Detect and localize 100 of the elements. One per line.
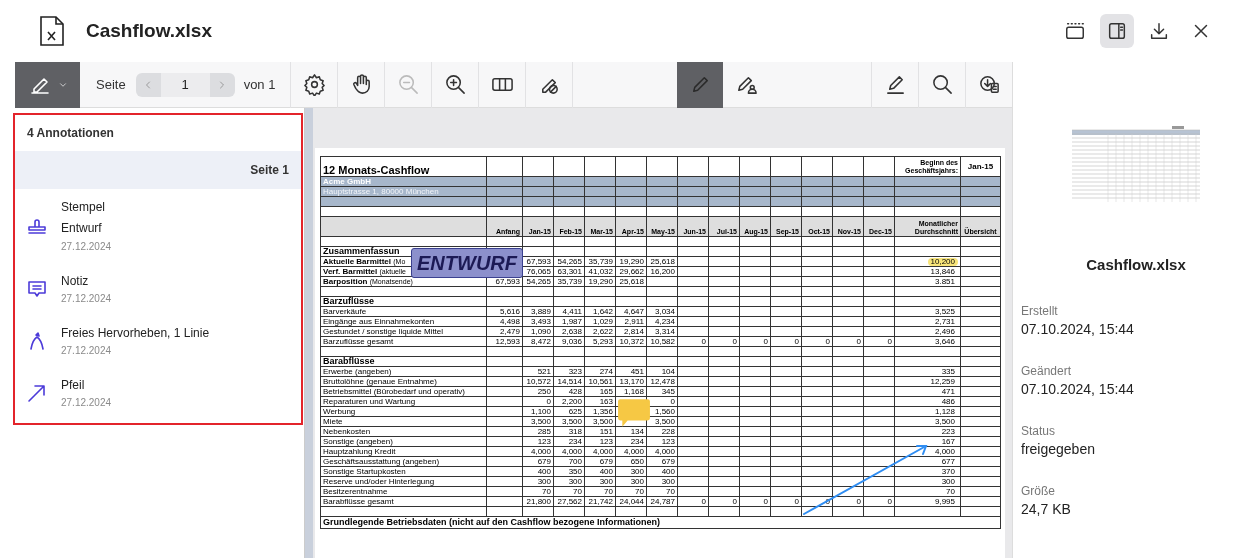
table-cell: 300 — [646, 476, 678, 487]
draft-stamp[interactable]: ENTWURF — [411, 248, 523, 278]
note-icon[interactable] — [617, 398, 651, 428]
table-cell: 29,662 — [615, 266, 647, 277]
table-cell: 0 — [708, 336, 740, 347]
table-cell-text: 1,128 — [933, 407, 956, 416]
field-value: 07.10.2024, 15:44 — [1021, 379, 1135, 399]
table-cell: 21,800 — [522, 496, 554, 507]
table-cell: 700 — [553, 456, 585, 467]
table-cell: Sonstige (angeben) — [323, 437, 393, 446]
table-cell-text: 13,846 — [929, 267, 956, 276]
table-cell-text: 3.851 — [933, 277, 956, 286]
table-cell: 679 — [646, 456, 678, 467]
table-cell: 10,582 — [646, 336, 678, 347]
table-cell: 21,742 — [584, 496, 616, 507]
table-cell: 0 — [863, 336, 895, 347]
table-cell: 9,036 — [553, 336, 585, 347]
annotation-title: Stempel — [61, 199, 107, 216]
table-cell: 4,647 — [615, 306, 647, 317]
annotation-count: 4 Annotationen — [26, 125, 115, 142]
table-cell: 0 — [739, 336, 771, 347]
table-cell: 650 — [615, 456, 647, 467]
table-cell: 318 — [553, 426, 585, 437]
table-cell: 8,472 — [522, 336, 554, 347]
table-cell: 12 Monats-Cashflow — [320, 156, 487, 177]
page-label: Seite — [96, 75, 126, 94]
table-cell: 345 — [646, 386, 678, 397]
table-cell: Verf. Barmittel — [323, 267, 378, 276]
table-cell-text: 9,995 — [933, 497, 956, 506]
table-cell: 234 — [615, 436, 647, 447]
annotation-list-item[interactable]: Pfeil 27.12.2024 — [15, 367, 301, 419]
table-cell: 0 — [677, 496, 709, 507]
table-cell-text: 300 — [940, 477, 956, 486]
annotation-date: 27.12.2024 — [61, 344, 113, 358]
table-cell: 19,290 — [584, 276, 616, 287]
annotation-title: Pfeil — [61, 377, 86, 394]
table-cell: 3,500 — [584, 416, 616, 427]
table-cell: 300 — [584, 476, 616, 487]
table-cell: Barabflüsse gesamt — [323, 497, 394, 506]
table-cell-text: 486 — [940, 397, 956, 406]
table-cell-text: 3,525 — [933, 307, 956, 316]
table-cell: Werbung — [323, 407, 356, 416]
annotation-list-item[interactable]: Freies Hervorheben, 1 Linie 27.12.2024 — [15, 315, 301, 367]
field-value: 07.10.2024, 15:44 — [1021, 319, 1135, 339]
table-cell: 70 — [522, 486, 554, 497]
field-label: Status — [1021, 422, 1057, 439]
table-cell: Bruttolöhne (genaue Entnahme) — [323, 377, 437, 386]
search-icon — [930, 73, 954, 96]
annotation-title: Freies Hervorheben, 1 Linie — [61, 325, 210, 342]
table-cell: 274 — [584, 366, 616, 377]
table-cell: 2,200 — [553, 396, 585, 407]
scrollbar[interactable] — [305, 108, 313, 558]
table-cell: 165 — [584, 386, 616, 397]
table-cell: 5,616 — [486, 306, 523, 317]
table-cell: 625 — [553, 406, 585, 417]
annotation-subtitle: Entwurf — [61, 220, 103, 237]
table-cell: 2,479 — [486, 326, 523, 337]
annotation-list-item[interactable]: Notiz 27.12.2024 — [15, 263, 301, 315]
table-cell: 300 — [522, 476, 554, 487]
table-cell: 350 — [553, 466, 585, 477]
table-cell: Gestundet / sonstige liquide Mittel — [323, 327, 444, 336]
page-number-field[interactable]: 1 — [160, 72, 210, 97]
arrow-annotation[interactable] — [803, 445, 928, 515]
table-cell: 70 — [584, 486, 616, 497]
table-cell: 1,100 — [522, 406, 554, 417]
table-cell: 1,642 — [584, 306, 616, 317]
table-cell: 2,911 — [615, 316, 647, 327]
table-cell-text: 3,646 — [933, 337, 956, 346]
table-cell: 41,032 — [584, 266, 616, 277]
annotation-date: 27.12.2024 — [61, 240, 112, 254]
sidebar-icon — [1106, 20, 1128, 42]
window-title: Cashflow.xlsx — [86, 18, 212, 43]
table-cell: 2,622 — [584, 326, 616, 337]
table-cell: 134 — [615, 426, 647, 437]
table-cell: Geschäftsausstattung (angeben) — [323, 457, 440, 466]
table-cell: 3,034 — [646, 306, 678, 317]
table-cell: 0 — [770, 496, 802, 507]
table-cell: 3,889 — [522, 306, 554, 317]
table-cell: 4,234 — [646, 316, 678, 327]
table-cell-text: 4,000 — [933, 447, 956, 456]
table-cell: 151 — [584, 426, 616, 437]
table-cell-text: 223 — [940, 427, 956, 436]
sidebar-button[interactable] — [1100, 14, 1134, 48]
table-cell: 10,372 — [615, 336, 647, 347]
table-cell: 1,987 — [553, 316, 585, 327]
table-cell: Aktuelle Barmittel — [323, 256, 392, 266]
annotate-menu-button[interactable] — [15, 61, 80, 108]
table-cell: 4,000 — [584, 446, 616, 457]
table-cell: 428 — [553, 386, 585, 397]
pencil-button[interactable] — [677, 61, 724, 108]
table-cell: 1,168 — [615, 386, 647, 397]
table-cell: 104 — [646, 366, 678, 377]
table-cell: 234 — [553, 436, 585, 447]
table-cell: 3,500 — [646, 416, 678, 427]
field-label: Geändert — [1021, 362, 1073, 379]
annotation-list-item[interactable]: Stempel Entwurf 27.12.2024 — [15, 189, 301, 263]
table-cell: 4,000 — [615, 446, 647, 457]
table-cell: Sonstige Startupkosten — [323, 467, 406, 476]
table-cell: 4,000 — [646, 446, 678, 457]
table-cell: 67,593 — [486, 276, 523, 287]
